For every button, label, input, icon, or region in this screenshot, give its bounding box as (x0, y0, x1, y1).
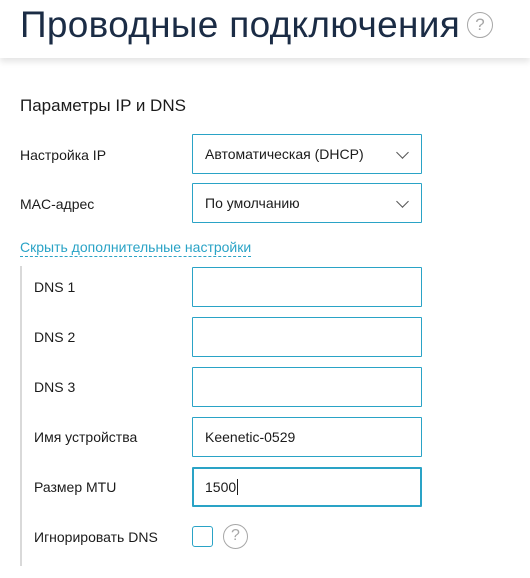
mtu-label: Размер MTU (34, 479, 117, 495)
dns3-label: DNS 3 (34, 379, 76, 395)
advanced-settings-border (20, 266, 22, 566)
mtu-value-wrap: 1500 (205, 479, 239, 495)
ignore-dns-label: Игнорировать DNS (34, 529, 158, 545)
dns3-input[interactable] (192, 367, 422, 407)
chevron-down-icon (396, 146, 409, 159)
device-name-value: Keenetic-0529 (205, 429, 296, 445)
question-circle-icon[interactable]: ? (467, 12, 493, 38)
device-name-label: Имя устройства (34, 429, 138, 445)
mtu-value: 1500 (205, 479, 237, 495)
page-header: Проводные подключения ? (0, 0, 530, 58)
mac-address-label: MAC-адрес (20, 196, 95, 212)
dns2-label: DNS 2 (34, 329, 76, 345)
mac-address-select[interactable]: По умолчанию (192, 183, 422, 223)
ip-setting-label: Настройка IP (20, 147, 107, 163)
mtu-input[interactable]: 1500 (192, 467, 422, 507)
chevron-down-icon (396, 195, 409, 208)
ignore-dns-checkbox[interactable] (192, 526, 213, 547)
hide-advanced-settings-link[interactable]: Скрыть дополнительные настройки (20, 238, 252, 257)
device-name-input[interactable]: Keenetic-0529 (192, 417, 422, 457)
ip-setting-select[interactable]: Автоматическая (DHCP) (192, 134, 422, 174)
question-circle-icon[interactable]: ? (223, 524, 248, 549)
ip-setting-value: Автоматическая (DHCP) (205, 146, 364, 162)
text-caret (237, 479, 239, 495)
dns2-input[interactable] (192, 317, 422, 357)
section-title: Параметры IP и DNS (20, 96, 186, 115)
mac-address-value: По умолчанию (205, 195, 300, 211)
page-title: Проводные подключения (20, 4, 461, 45)
dns1-label: DNS 1 (34, 279, 76, 295)
dns1-input[interactable] (192, 267, 422, 307)
